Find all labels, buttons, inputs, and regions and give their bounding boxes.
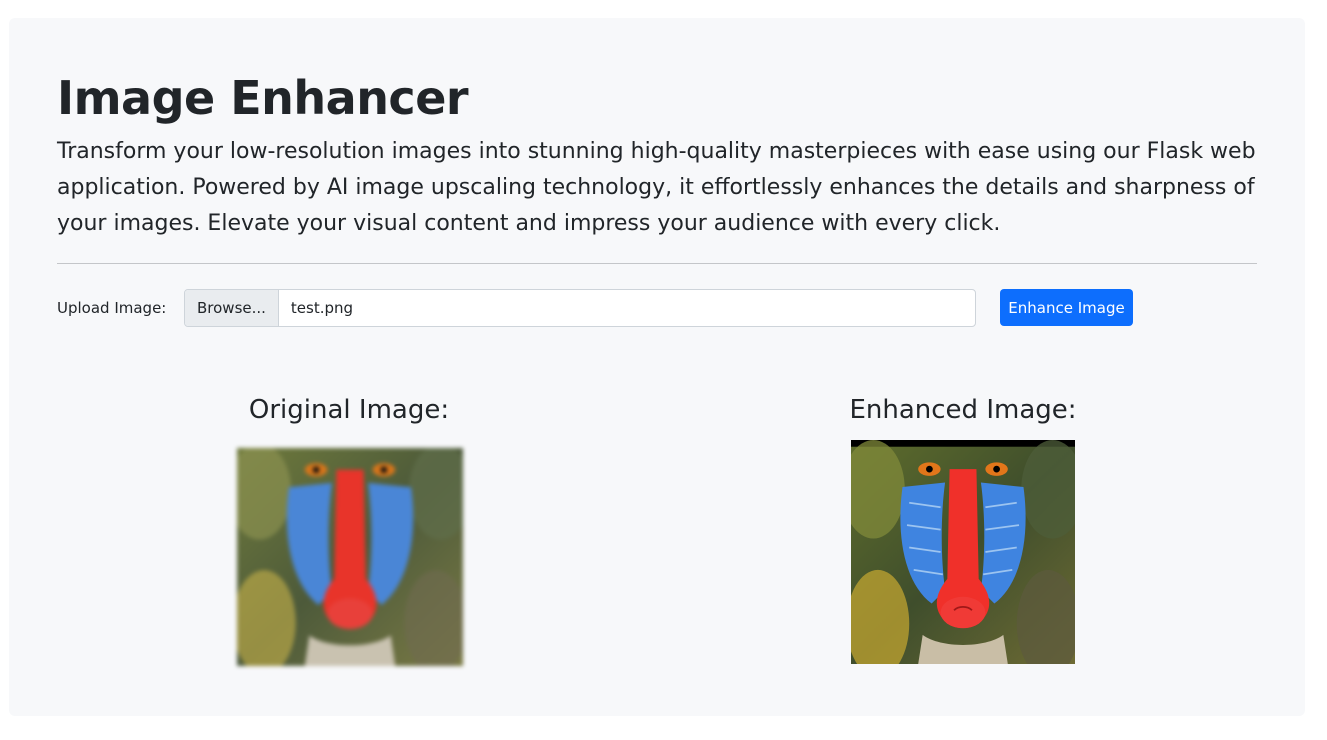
page-description: Transform your low-resolution images int… [57, 139, 1256, 236]
mandrill-image-enhanced [851, 440, 1075, 664]
mandrill-image-original [237, 448, 463, 666]
page-title: Image Enhancer [57, 71, 469, 125]
enhanced-image-caption: Enhanced Image: [849, 395, 1077, 425]
file-input[interactable]: Browse... test.png [184, 289, 976, 327]
upload-image-label: Upload Image: [57, 299, 167, 317]
divider [57, 263, 1257, 264]
original-image-caption: Original Image: [248, 395, 450, 425]
enhanced-image [851, 440, 1075, 664]
browse-button[interactable]: Browse... [185, 290, 279, 326]
selected-file-name: test.png [290, 299, 354, 317]
enhance-image-button[interactable]: Enhance Image [1000, 289, 1133, 326]
jumbotron-container: Image Enhancer Transform your low-resolu… [9, 18, 1305, 716]
original-image [237, 448, 463, 666]
